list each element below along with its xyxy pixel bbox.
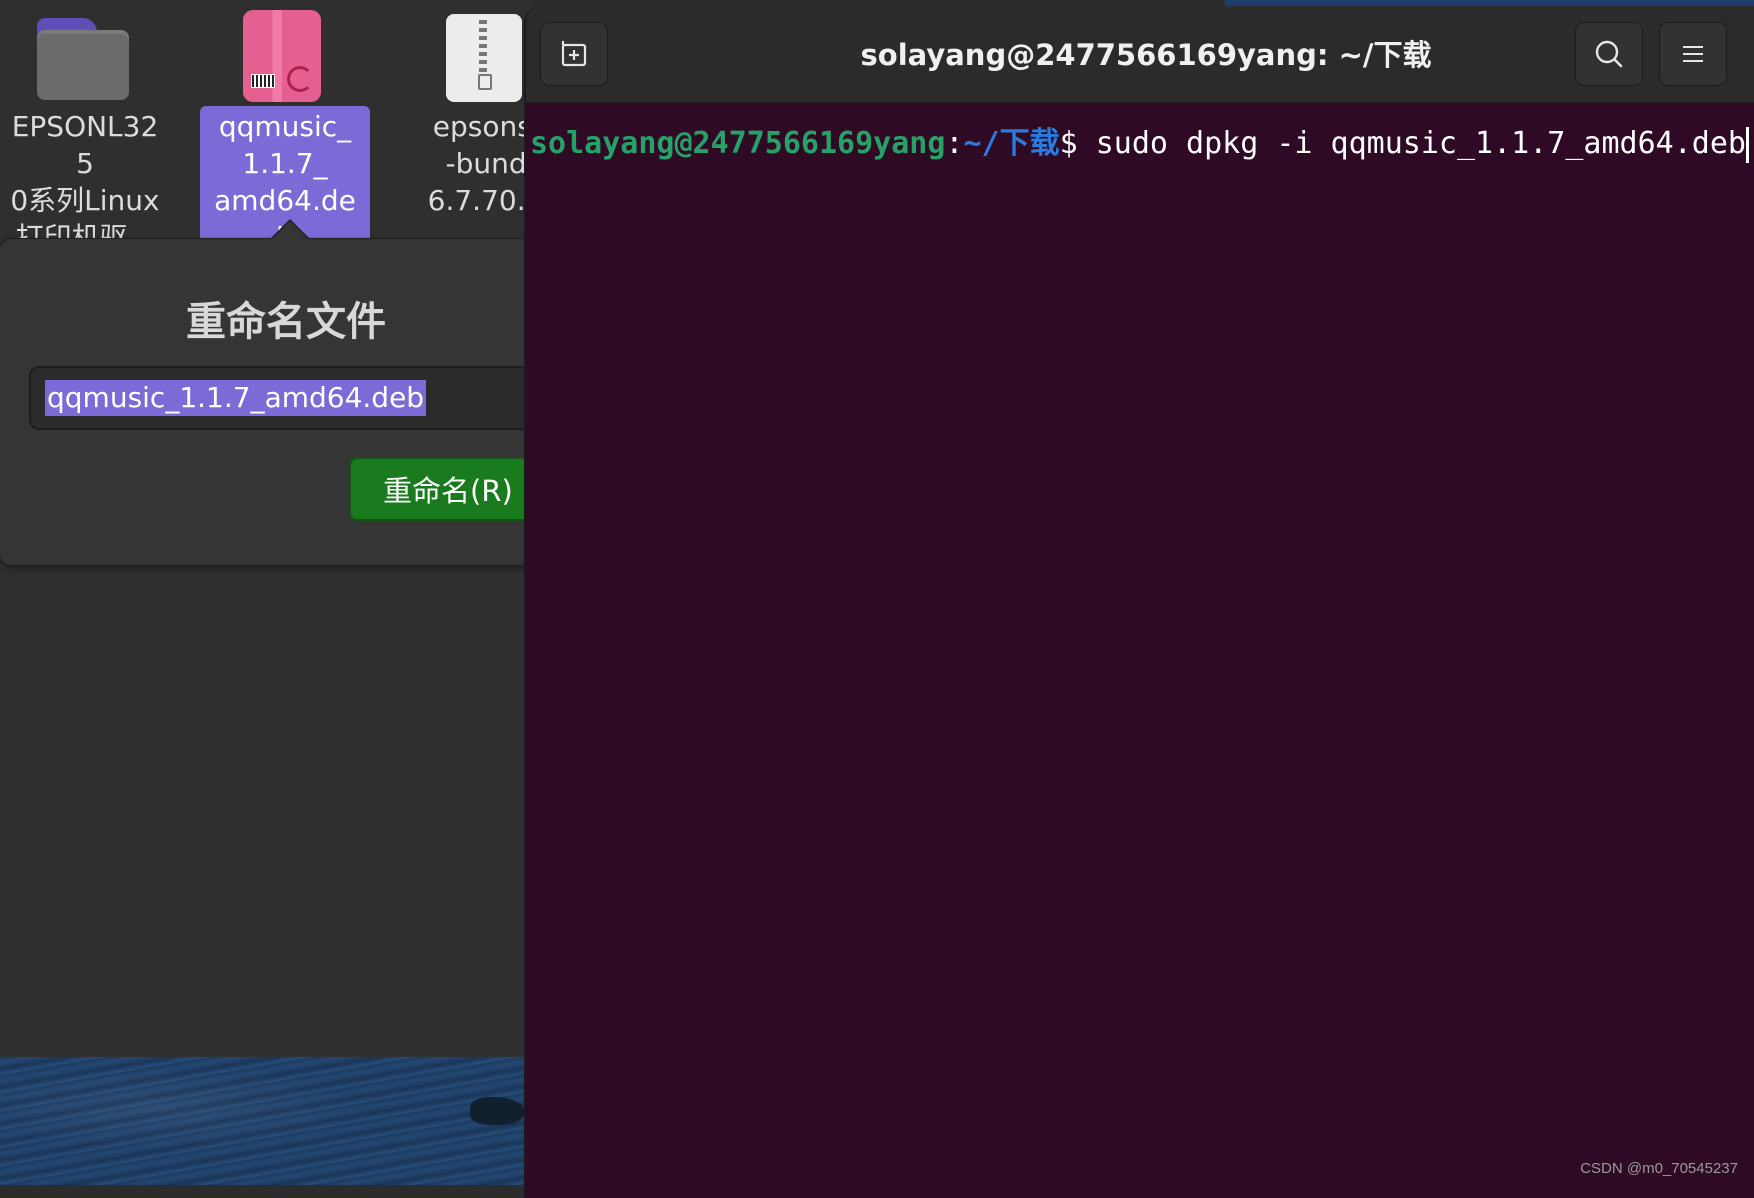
- deb-package-icon: [237, 10, 333, 106]
- file-manager-pane: EPSONL325 0系列Linux 打印机驱... qqmusic_ 1.1.…: [0, 0, 559, 1057]
- prompt-colon: :: [945, 126, 964, 161]
- file-label-line: -bundl: [445, 147, 535, 180]
- hamburger-menu-icon: [1683, 46, 1703, 62]
- terminal-cursor: [1745, 126, 1749, 163]
- terminal-output[interactable]: solayang@2477566169yang:~/下载$ sudo dpkg …: [530, 118, 1754, 163]
- file-label: EPSONL325 0系列Linux 打印机驱...: [0, 106, 170, 258]
- menu-button[interactable]: [1659, 22, 1727, 86]
- search-button[interactable]: [1575, 22, 1643, 86]
- file-label-line: qqmusic_: [218, 110, 352, 143]
- rename-filename-input[interactable]: qqmusic_1.1.7_amd64.deb: [29, 366, 549, 430]
- wallpaper-rock: [470, 1097, 525, 1125]
- new-tab-icon: [561, 41, 587, 67]
- file-item-epson-driver-folder[interactable]: EPSONL325 0系列Linux 打印机驱...: [0, 10, 170, 258]
- popover-title: 重命名文件: [186, 299, 386, 345]
- file-label-line: 0系列Linux: [10, 184, 160, 217]
- search-icon: [1595, 40, 1623, 68]
- terminal-headerbar[interactable]: solayang@2477566169yang: ~/下载: [526, 8, 1754, 103]
- prompt-symbol: $: [1059, 126, 1078, 161]
- desktop-wallpaper: [0, 1057, 530, 1185]
- file-label-line: 1.1.7_: [242, 147, 328, 180]
- terminal-command: sudo dpkg -i qqmusic_1.1.7_amd64.deb: [1077, 126, 1746, 161]
- folder-icon: [37, 10, 133, 106]
- terminal-title: solayang@2477566169yang: ~/下载: [860, 38, 1432, 72]
- rename-input-selected-text[interactable]: qqmusic_1.1.7_amd64.deb: [45, 380, 427, 416]
- top-panel-strip: [1225, 0, 1754, 6]
- rename-file-popover: 重命名文件 qqmusic_1.1.7_amd64.deb 重命名(R): [0, 238, 559, 566]
- file-label-line: EPSONL325: [11, 110, 159, 180]
- new-tab-button[interactable]: [540, 22, 608, 86]
- popover-arrow-inner: [272, 221, 308, 239]
- prompt-path: ~/下载: [963, 126, 1060, 161]
- terminal-window[interactable]: solayang@2477566169yang: ~/下载 solayang@2…: [524, 8, 1754, 1198]
- prompt-user-host: solayang@2477566169yang: [530, 126, 946, 161]
- watermark: CSDN @m0_70545237: [1580, 1160, 1738, 1177]
